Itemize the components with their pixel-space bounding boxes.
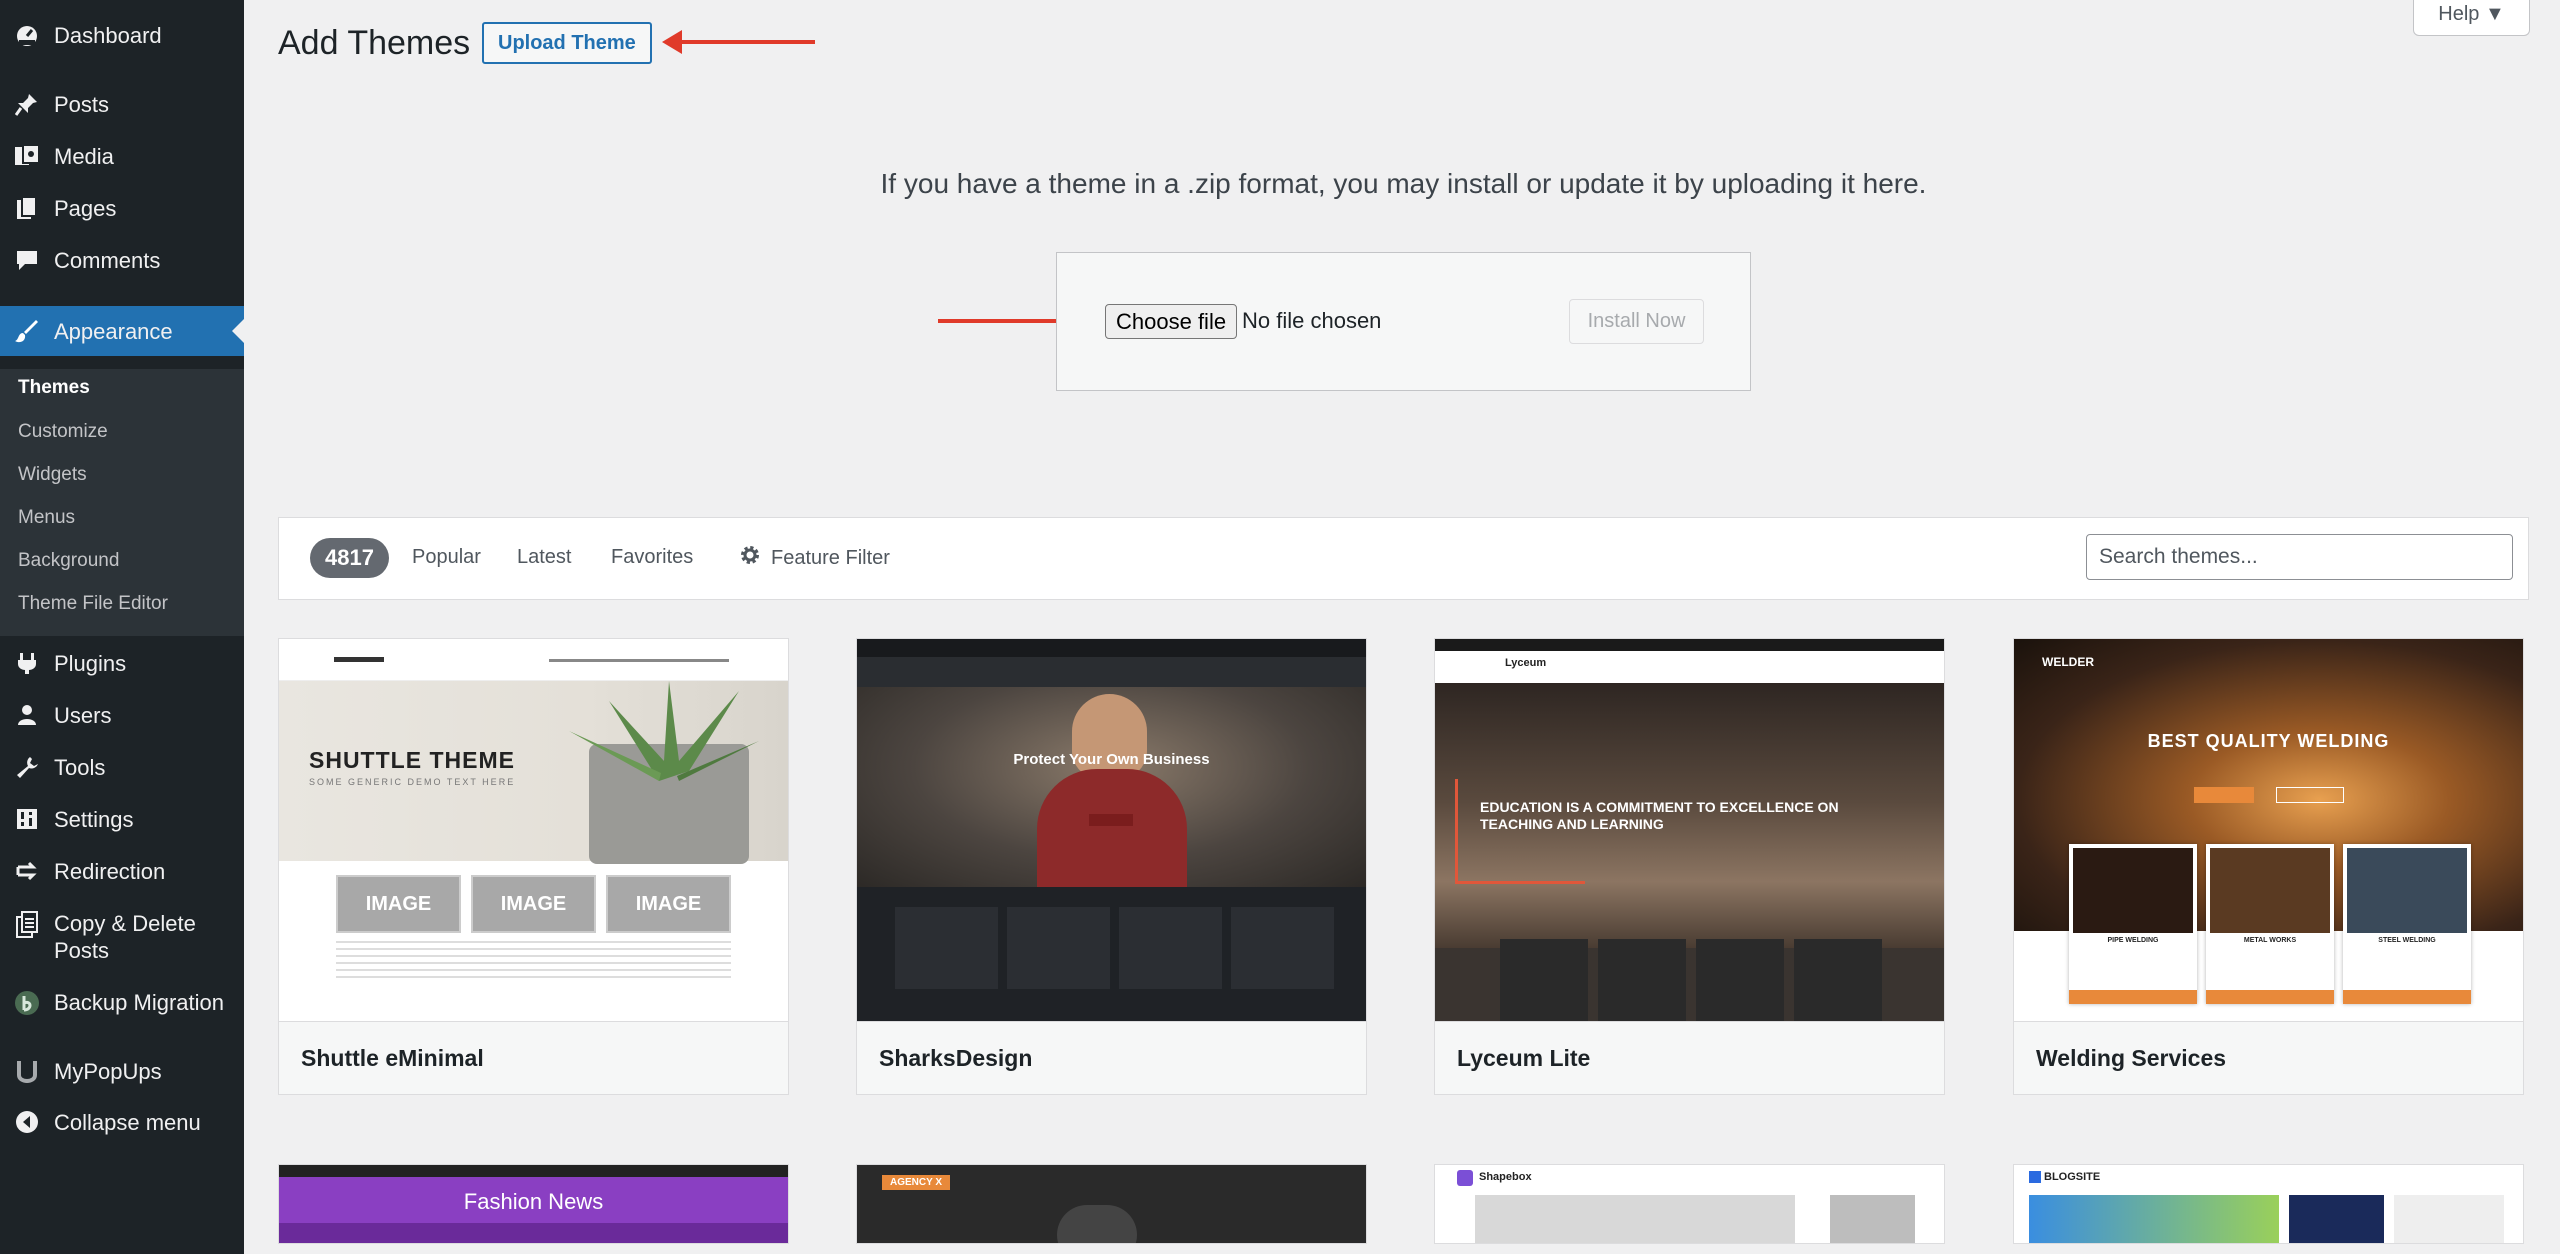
theme-hero-text: BEST QUALITY WELDING: [2147, 731, 2390, 751]
theme-screenshot: Shapebox: [1435, 1165, 1944, 1243]
theme-screenshot: Fashion News: [279, 1165, 788, 1243]
sidebar-item-backup-migration[interactable]: Backup Migration: [0, 989, 244, 1016]
popup-icon: [0, 1058, 54, 1085]
sidebar-item-comments[interactable]: Comments: [0, 247, 244, 274]
help-button[interactable]: Help ▼: [2413, 0, 2530, 36]
service-card-title: METAL WORKS: [2243, 937, 2297, 944]
appearance-submenu: Themes Customize Widgets Menus Backgroun…: [0, 369, 244, 636]
sidebar-item-mypopups[interactable]: MyPopUps: [0, 1058, 244, 1085]
sidebar-item-media[interactable]: Media: [0, 143, 244, 170]
submenu-background[interactable]: Background: [18, 550, 119, 572]
brush-icon: [0, 319, 54, 344]
sidebar-item-settings[interactable]: Settings: [0, 806, 244, 833]
theme-screenshot: BLOGSITE: [2014, 1165, 2523, 1243]
theme-brand: WELDER: [2042, 655, 2094, 669]
page-title: Add Themes: [278, 24, 471, 62]
theme-hero-text: EDUCATION IS A COMMITMENT TO EXCELLENCE …: [1480, 799, 1839, 832]
backup-icon: [0, 989, 54, 1016]
annotation-arrow-upload: [662, 30, 815, 54]
submenu-menus[interactable]: Menus: [18, 507, 75, 529]
sidebar-item-posts[interactable]: Posts: [0, 91, 244, 118]
submenu-themes[interactable]: Themes: [18, 377, 90, 399]
image-placeholder: IMAGE: [336, 875, 461, 933]
settings-icon: [0, 806, 54, 831]
sidebar-item-redirection[interactable]: Redirection: [0, 858, 244, 885]
theme-screenshot: AGENCY X: [857, 1165, 1366, 1243]
theme-filter-bar: 4817 Popular Latest Favorites Feature Fi…: [278, 517, 2529, 600]
service-card-title: STEEL WELDING: [2378, 937, 2436, 944]
theme-hero-text: Fashion News: [463, 1189, 604, 1214]
theme-card-lyceum[interactable]: Lyceum EDUCATION IS A COMMITMENT TO EXCE…: [1434, 638, 1945, 1095]
help-label: Help ▼: [2438, 3, 2505, 25]
upload-instructions: If you have a theme in a .zip format, yo…: [880, 168, 1927, 199]
theme-badge: AGENCY X: [882, 1175, 951, 1190]
comment-icon: [0, 247, 54, 272]
search-themes-input[interactable]: [2086, 534, 2513, 580]
sidebar-item-plugins[interactable]: Plugins: [0, 650, 244, 677]
theme-name: Shuttle eMinimal: [279, 1021, 788, 1094]
theme-screenshot: Lyceum EDUCATION IS A COMMITMENT TO EXCE…: [1435, 639, 1944, 1021]
pin-icon: [0, 91, 54, 116]
service-card-title: PIPE WELDING: [2107, 937, 2159, 944]
plugin-icon: [0, 650, 54, 675]
theme-name: Welding Services: [2014, 1021, 2523, 1094]
filter-latest[interactable]: Latest: [517, 546, 571, 569]
collapse-icon: [0, 1109, 54, 1134]
image-placeholder: IMAGE: [606, 875, 731, 933]
media-icon: [0, 143, 54, 168]
wrench-icon: [0, 754, 54, 779]
theme-screenshot: WELDER BEST QUALITY WELDING PIPE WELDING…: [2014, 639, 2523, 1021]
theme-screenshot: Protect Your Own Business: [857, 639, 1366, 1021]
theme-card-sharksdesign[interactable]: Protect Your Own Business SharksDesign: [856, 638, 1367, 1095]
submenu-theme-file-editor[interactable]: Theme File Editor: [18, 593, 168, 615]
upload-theme-button[interactable]: Upload Theme: [482, 22, 652, 64]
choose-file-button[interactable]: Choose file: [1105, 304, 1238, 339]
submenu-widgets[interactable]: Widgets: [18, 464, 87, 486]
theme-name: SharksDesign: [857, 1021, 1366, 1094]
feature-filter-button[interactable]: Feature Filter: [739, 544, 890, 572]
theme-brand: Shapebox: [1479, 1171, 1532, 1183]
theme-name: Lyceum Lite: [1435, 1021, 1944, 1094]
install-now-button[interactable]: Install Now: [1569, 299, 1704, 344]
filter-favorites[interactable]: Favorites: [611, 546, 693, 569]
sidebar-item-tools[interactable]: Tools: [0, 754, 244, 781]
sidebar-item-appearance[interactable]: Appearance: [0, 306, 244, 356]
filter-popular[interactable]: Popular: [412, 546, 481, 569]
theme-count-badge: 4817: [310, 538, 389, 578]
collapse-menu-button[interactable]: Collapse menu: [0, 1109, 244, 1136]
sidebar-item-copy-delete-posts[interactable]: Copy & Delete Posts: [0, 910, 244, 964]
redirect-icon: [0, 858, 54, 883]
copy-icon: [0, 910, 54, 939]
theme-hero-text: SHUTTLE THEME: [309, 747, 515, 773]
theme-card-agency[interactable]: AGENCY X: [856, 1164, 1367, 1244]
sidebar-item-users[interactable]: Users: [0, 702, 244, 729]
theme-card-fashion-news[interactable]: Fashion News: [278, 1164, 789, 1244]
theme-card-blogsite[interactable]: BLOGSITE: [2013, 1164, 2524, 1244]
gear-icon: [739, 544, 761, 572]
upload-form: Choose file No file chosen Install Now: [1056, 252, 1751, 391]
feature-filter-label: Feature Filter: [771, 546, 890, 569]
theme-hero-text: Protect Your Own Business: [1013, 751, 1210, 768]
theme-brand: Lyceum: [1505, 657, 1547, 669]
theme-card-shapebox[interactable]: Shapebox: [1434, 1164, 1945, 1244]
theme-hero-subtext: SOME GENERIC DEMO TEXT HERE: [309, 777, 516, 787]
theme-card-welding-services[interactable]: WELDER BEST QUALITY WELDING PIPE WELDING…: [2013, 638, 2524, 1095]
sidebar-item-dashboard[interactable]: Dashboard: [0, 22, 244, 49]
theme-card-shuttle[interactable]: SHUTTLE THEME SOME GENERIC DEMO TEXT HER…: [278, 638, 789, 1095]
theme-brand: BLOGSITE: [2044, 1171, 2101, 1183]
submenu-customize[interactable]: Customize: [18, 421, 108, 443]
theme-screenshot: SHUTTLE THEME SOME GENERIC DEMO TEXT HER…: [279, 639, 788, 1021]
user-icon: [0, 702, 54, 727]
file-status: No file chosen: [1242, 308, 1382, 333]
image-placeholder: IMAGE: [471, 875, 596, 933]
dashboard-icon: [0, 22, 54, 47]
